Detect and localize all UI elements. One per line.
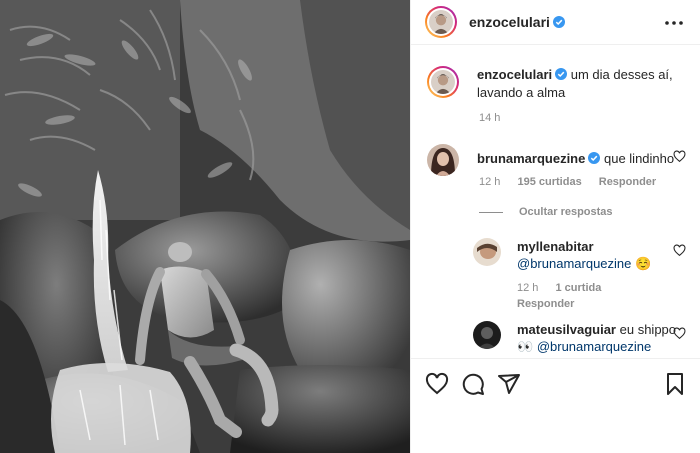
hide-replies-button[interactable]: Ocultar respostas — [479, 206, 613, 218]
post-caption: enzocelulari um dia desses aí, lavando a… — [427, 66, 686, 102]
avatar-image — [429, 10, 453, 34]
reply-button[interactable]: Responder — [599, 176, 656, 188]
caption-avatar[interactable] — [427, 66, 459, 98]
comment-likes[interactable]: 195 curtidas — [517, 176, 581, 188]
replier-avatar[interactable] — [473, 238, 501, 266]
comment-text: brunamarquezine que lindinho — [477, 150, 674, 176]
reply-body: eu shippo — [619, 322, 677, 337]
caption-username[interactable]: enzocelulari — [477, 67, 552, 82]
divider-line — [479, 211, 503, 213]
verified-badge-icon — [552, 16, 565, 28]
heart-icon[interactable] — [673, 244, 686, 257]
comment-meta: 12 h 195 curtidas Responder — [479, 176, 656, 188]
reply-username[interactable]: myllenabitar — [517, 239, 594, 254]
reply-emoji: 👀 — [517, 339, 534, 354]
reply-time[interactable]: 12 h — [517, 282, 538, 294]
reply-meta: 12 h 1 curtida — [517, 282, 601, 294]
caption-time[interactable]: 14 h — [479, 112, 500, 124]
author-username-text[interactable]: enzocelulari — [469, 14, 550, 30]
reply-text: mateusilvaguiar eu shippo 👀 @brunamarque… — [517, 321, 677, 355]
avatar-image — [431, 70, 455, 94]
verified-badge-icon — [555, 68, 568, 80]
comment-icon[interactable] — [461, 372, 485, 396]
author-avatar[interactable] — [425, 6, 457, 38]
direct-share-icon[interactable] — [497, 372, 521, 396]
post-header: enzocelulari — [411, 0, 700, 45]
more-horizontal-icon[interactable] — [662, 11, 686, 35]
heart-icon[interactable] — [673, 150, 686, 163]
commenter-avatar[interactable] — [427, 144, 459, 176]
reply-likes[interactable]: 1 curtida — [555, 282, 601, 294]
reply-item: mateusilvaguiar eu shippo 👀 @brunamarque… — [473, 321, 686, 355]
reply-item: myllenabitar @brunamarquezine ☺️ — [473, 238, 686, 272]
reply-body: ☺️ — [631, 256, 652, 271]
comments-list[interactable]: enzocelulari um dia desses aí, lavando a… — [411, 46, 700, 358]
reply-mention[interactable]: @brunamarquezine — [517, 256, 631, 271]
reply-meta-reply: Responder — [517, 298, 574, 310]
bookmark-icon[interactable] — [663, 372, 687, 396]
instagram-post: enzocelulari enzocelulari um dia desses … — [0, 0, 700, 453]
action-bar — [411, 358, 700, 408]
post-photo[interactable] — [0, 0, 410, 453]
reply-mention[interactable]: @brunamarquezine — [537, 339, 651, 354]
comment-time[interactable]: 12 h — [479, 176, 500, 188]
hide-replies-label[interactable]: Ocultar respostas — [519, 206, 613, 218]
waterfall-photo-image — [0, 0, 410, 453]
heart-icon[interactable] — [673, 327, 686, 340]
comment-body: que lindinho — [603, 151, 675, 166]
verified-badge-icon — [588, 152, 601, 164]
comment-username[interactable]: brunamarquezine — [477, 151, 585, 166]
post-sidebar: enzocelulari enzocelulari um dia desses … — [410, 0, 700, 453]
author-username[interactable]: enzocelulari — [469, 14, 565, 30]
reply-text: myllenabitar @brunamarquezine ☺️ — [517, 238, 677, 272]
reply-username[interactable]: mateusilvaguiar — [517, 322, 616, 337]
comment-item: brunamarquezine que lindinho — [427, 144, 686, 176]
replier-avatar[interactable] — [473, 321, 501, 349]
caption-text: enzocelulari um dia desses aí, lavando a… — [477, 66, 686, 102]
reply-button[interactable]: Responder — [517, 298, 574, 310]
heart-icon[interactable] — [425, 372, 449, 396]
